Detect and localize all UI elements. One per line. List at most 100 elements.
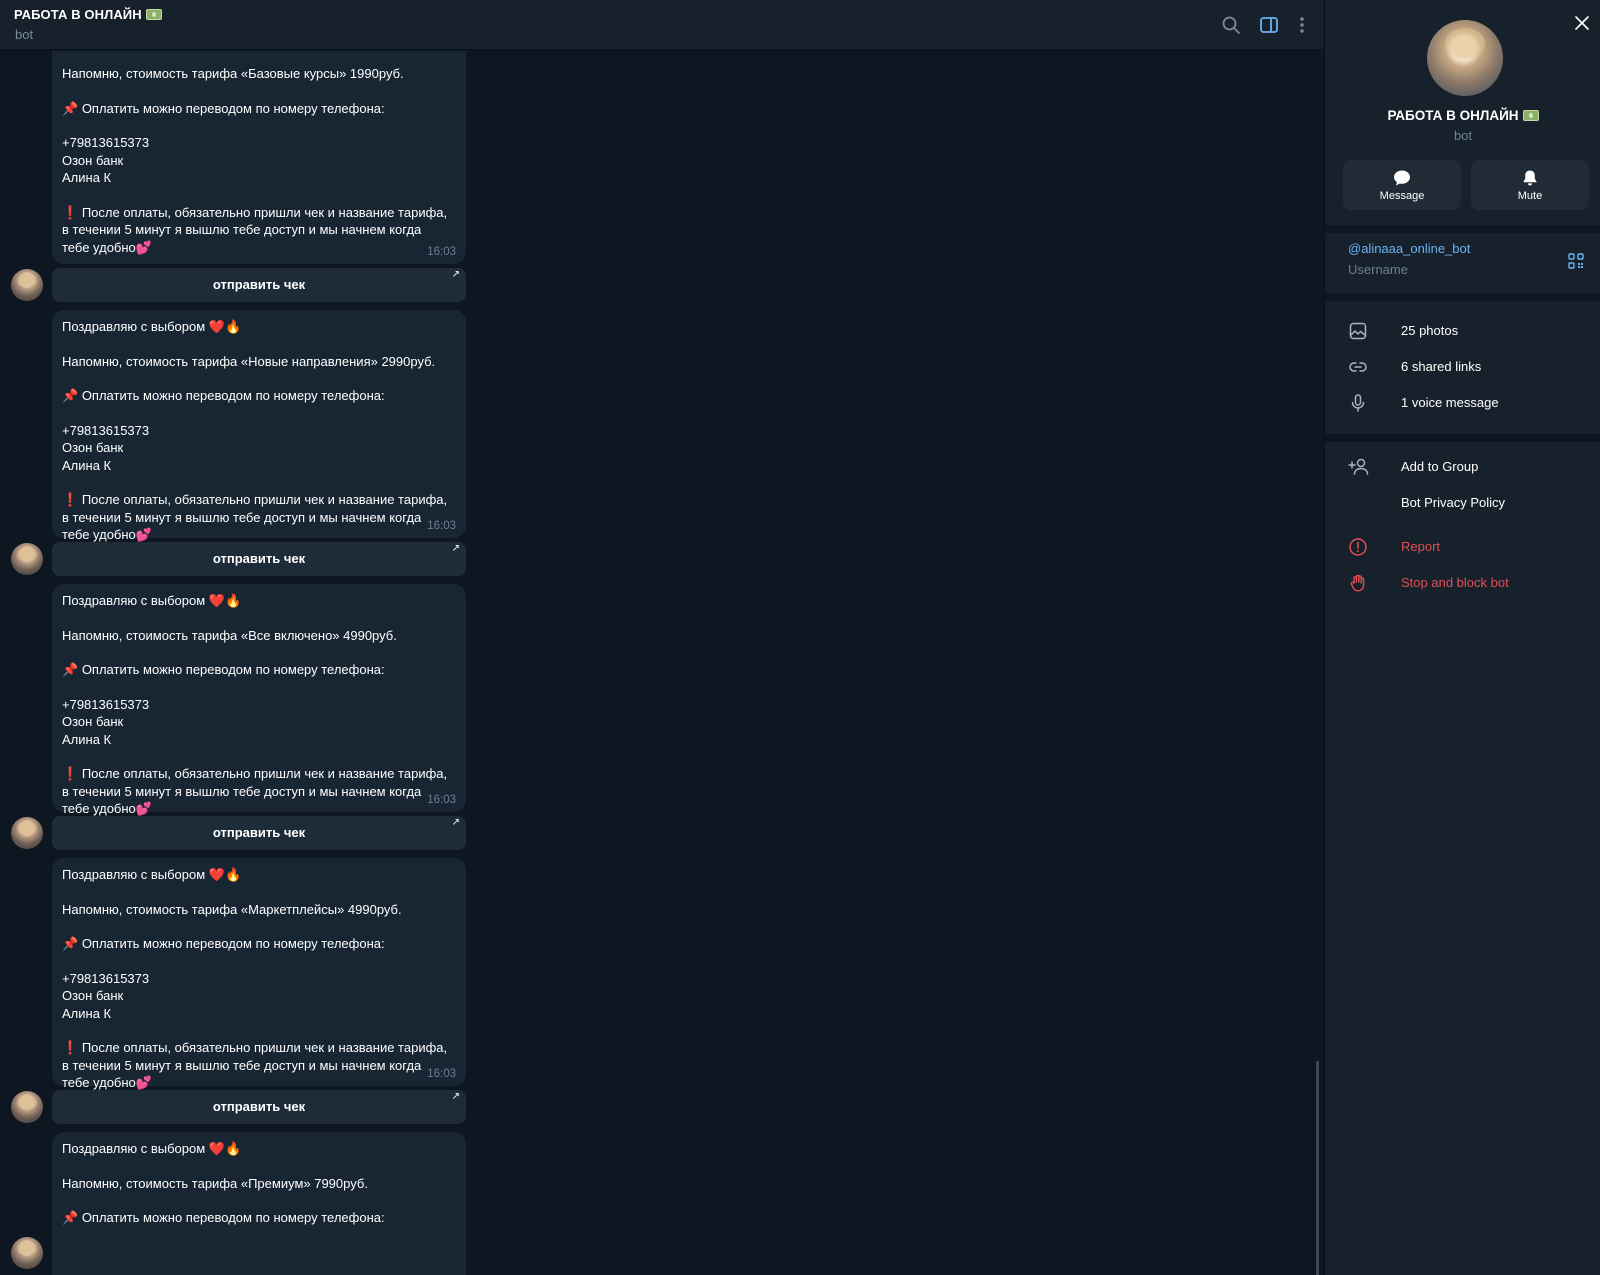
profile-panel: РАБОТА В ОНЛАЙН bot Message Mute @alinaa…	[1324, 0, 1600, 1275]
send-receipt-button[interactable]: отправить чек ↗	[52, 542, 466, 576]
message-tariff-line: Напомню, стоимость тарифа «Все включено»…	[62, 627, 397, 643]
profile-name: РАБОТА В ОНЛАЙН	[1325, 108, 1600, 123]
exclamation-icon: ❗	[62, 492, 79, 507]
message-pay-line: 📌 Оплатить можно переводом по номеру тел…	[62, 662, 385, 677]
message-pay-line: 📌 Оплатить можно переводом по номеру тел…	[62, 1210, 385, 1225]
hearts-icon: 💕	[135, 527, 152, 542]
message-pay-line: 📌 Оплатить можно переводом по номеру тел…	[62, 388, 385, 403]
chat-header[interactable]: РАБОТА В ОНЛАЙН bot	[0, 0, 1324, 50]
avatar[interactable]	[11, 1237, 43, 1269]
more-vert-icon[interactable]	[1290, 13, 1314, 37]
add-to-group-row[interactable]: Add to Group	[1325, 449, 1600, 485]
arrow-up-right-icon: ↗	[451, 269, 460, 280]
hearts-icon: 💕	[135, 1075, 152, 1090]
message-greeting: Поздравляю с выбором ❤️🔥	[62, 1141, 242, 1156]
add-user-icon	[1348, 458, 1369, 475]
sidebar-toggle-icon[interactable]	[1257, 13, 1281, 37]
avatar[interactable]	[11, 269, 43, 301]
hearts-icon: 💕	[135, 801, 152, 816]
message-time: 16:03	[427, 794, 456, 806]
mute-button-label: Mute	[1517, 190, 1543, 202]
block-bot-label: Stop and block bot	[1401, 575, 1509, 590]
message-recipient: Алина К	[62, 457, 112, 473]
hearts-icon: 💕	[135, 239, 152, 255]
chat-bubble-icon	[1394, 170, 1410, 186]
scrollbar[interactable]	[1316, 1061, 1319, 1275]
message-phone-link[interactable]: +79813615373	[62, 134, 456, 152]
message-note: ❗ После оплаты, обязательно пришли чек и…	[62, 204, 448, 255]
message-tariff-line: Напомню, стоимость тарифа «Новые направл…	[62, 353, 436, 369]
send-receipt-button[interactable]: отправить чек ↗	[52, 268, 466, 302]
fire-icon: 🔥	[225, 867, 242, 882]
pin-icon: 📌	[62, 1210, 79, 1225]
voice-messages-label: 1 voice message	[1401, 395, 1499, 410]
button-label: отправить чек	[212, 1099, 306, 1114]
pin-icon: 📌	[62, 388, 79, 403]
voice-messages-row[interactable]: 1 voice message	[1325, 385, 1600, 421]
send-receipt-button[interactable]: отправить чек ↗	[52, 1090, 466, 1124]
divider	[1325, 293, 1600, 301]
chat-area[interactable]: Напомню, стоимость тарифа «Базовые курсы…	[0, 51, 1324, 1275]
privacy-policy-row[interactable]: Bot Privacy Policy	[1325, 485, 1600, 521]
exclamation-icon: ❗	[62, 766, 79, 781]
heart-icon: ❤️	[208, 319, 225, 334]
profile-subtitle: bot	[1453, 128, 1473, 143]
fire-icon: 🔥	[225, 319, 242, 334]
arrow-up-right-icon: ↗	[451, 817, 460, 828]
send-receipt-button[interactable]: отправить чек ↗	[52, 816, 466, 850]
message-note: ❗ После оплаты, обязательно пришли чек и…	[62, 766, 448, 816]
microphone-icon	[1351, 394, 1365, 412]
report-icon	[1349, 538, 1367, 556]
chat-subtitle: bot	[15, 27, 34, 42]
money-emoji-icon	[145, 9, 162, 20]
block-bot-row[interactable]: Stop and block bot	[1325, 565, 1600, 601]
username-link[interactable]: @alinaaa_online_bot	[1348, 241, 1470, 256]
message-phone-link[interactable]: +79813615373	[62, 970, 456, 988]
qr-code-icon[interactable]	[1567, 252, 1585, 270]
message-bubble: Поздравляю с выбором ❤️🔥 Напомню, стоимо…	[52, 1132, 466, 1275]
message-recipient: Алина К	[62, 731, 112, 747]
message-recipient: Алина К	[62, 1005, 112, 1021]
avatar[interactable]	[11, 1091, 43, 1123]
avatar[interactable]	[11, 817, 43, 849]
close-icon[interactable]	[1573, 14, 1591, 32]
shared-links-row[interactable]: 6 shared links	[1325, 349, 1600, 385]
add-to-group-label: Add to Group	[1401, 459, 1479, 474]
message-time: 16:03	[427, 1068, 456, 1080]
message-bubble: Поздравляю с выбором ❤️🔥 Напомню, стоимо…	[52, 310, 466, 542]
message-bubble: Напомню, стоимость тарифа «Базовые курсы…	[52, 51, 466, 264]
search-icon[interactable]	[1219, 13, 1243, 37]
stop-hand-icon	[1350, 574, 1365, 592]
arrow-up-right-icon: ↗	[451, 1091, 460, 1102]
shared-photos-row[interactable]: 25 photos	[1325, 313, 1600, 349]
mute-button[interactable]: Mute	[1471, 160, 1589, 210]
button-label: отправить чек	[212, 551, 306, 566]
divider	[1325, 225, 1600, 233]
report-label: Report	[1401, 539, 1441, 554]
money-emoji-icon	[1522, 110, 1539, 121]
message-time: 16:03	[427, 246, 456, 258]
heart-icon: ❤️	[208, 593, 225, 608]
pin-icon: 📌	[62, 662, 79, 677]
report-row[interactable]: Report	[1325, 529, 1600, 565]
username-label: Username	[1348, 262, 1408, 277]
profile-avatar[interactable]	[1427, 20, 1503, 96]
message-button[interactable]: Message	[1343, 160, 1461, 210]
message-bubble: Поздравляю с выбором ❤️🔥 Напомню, стоимо…	[52, 584, 466, 816]
fire-icon: 🔥	[225, 1141, 242, 1156]
message-phone-link[interactable]: +79813615373	[62, 696, 456, 714]
exclamation-icon: ❗	[62, 204, 79, 220]
message-greeting: Поздравляю с выбором ❤️🔥	[62, 867, 242, 882]
heart-icon: ❤️	[208, 867, 225, 882]
message-recipient: Алина К	[62, 170, 112, 185]
message-pay-line: 📌 Оплатить можно переводом по номеру тел…	[62, 936, 385, 951]
message-phone-link[interactable]: +79813615373	[62, 422, 456, 440]
chat-title[interactable]: РАБОТА В ОНЛАЙН	[14, 7, 162, 22]
message-tariff-line: Напомню, стоимость тарифа «Маркетплейсы»…	[62, 901, 402, 917]
link-icon	[1349, 362, 1367, 372]
message-bank: Озон банк	[62, 152, 124, 168]
message-pay-line: 📌 Оплатить можно переводом по номеру тел…	[62, 100, 385, 116]
avatar[interactable]	[11, 543, 43, 575]
message-button-label: Message	[1379, 190, 1425, 202]
shared-photos-label: 25 photos	[1401, 323, 1459, 338]
